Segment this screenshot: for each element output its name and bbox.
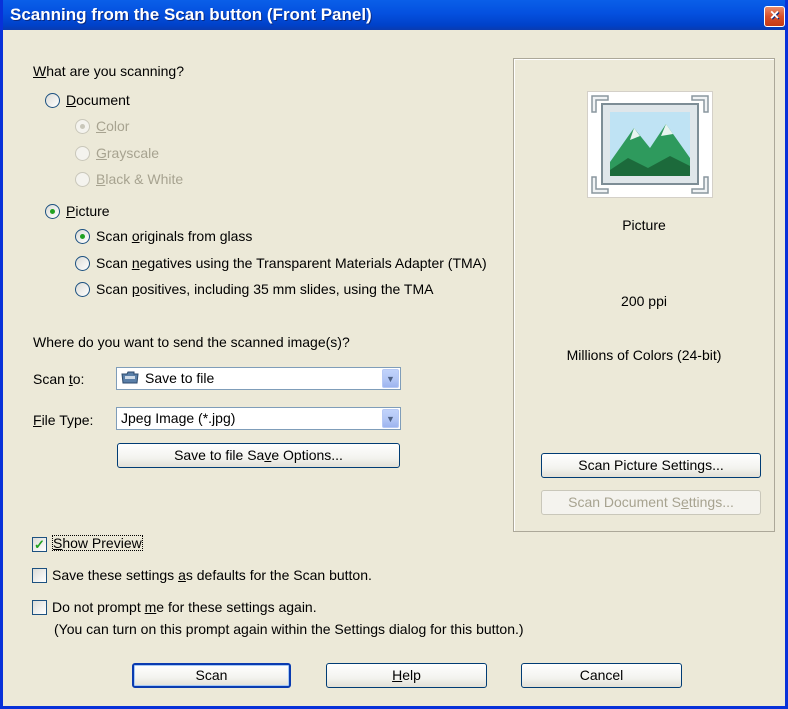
scan-document-settings-button[interactable]: Scan Document Settings... bbox=[541, 490, 761, 515]
black-white-label: Black & White bbox=[96, 171, 184, 187]
scan-button[interactable]: Scan bbox=[132, 663, 291, 688]
save-defaults-checkbox[interactable] bbox=[32, 568, 47, 583]
landscape-picture-icon bbox=[587, 91, 713, 198]
file-type-combo[interactable]: Jpeg Image (*.jpg) ▼ bbox=[116, 407, 401, 430]
file-type-value: Jpeg Image (*.jpg) bbox=[121, 410, 236, 426]
scan-picture-settings-button[interactable]: Scan Picture Settings... bbox=[541, 453, 761, 478]
help-button[interactable]: Help bbox=[326, 663, 487, 688]
save-defaults-label[interactable]: Save these settings as defaults for the … bbox=[52, 567, 372, 583]
chevron-down-icon[interactable]: ▼ bbox=[382, 409, 399, 428]
scan-to-combo[interactable]: Save to file ▼ bbox=[116, 367, 401, 390]
no-prompt-checkbox[interactable] bbox=[32, 600, 47, 615]
scan-glass-label[interactable]: Scan originals from glass bbox=[96, 228, 252, 244]
grayscale-label: Grayscale bbox=[96, 145, 160, 161]
scan-to-value: Save to file bbox=[145, 370, 215, 386]
scan-positives-label[interactable]: Scan positives, including 35 mm slides, … bbox=[96, 281, 433, 297]
black-white-radio[interactable] bbox=[75, 172, 90, 187]
picture-label[interactable]: Picture bbox=[66, 203, 110, 219]
scan-to-label: Scan to: bbox=[33, 371, 85, 387]
chevron-down-icon[interactable]: ▼ bbox=[382, 369, 399, 388]
grayscale-radio[interactable] bbox=[75, 146, 90, 161]
scan-negatives-radio[interactable] bbox=[75, 256, 90, 271]
file-type-label: File Type: bbox=[33, 412, 94, 428]
scan-dialog-window: Scanning from the Scan button (Front Pan… bbox=[0, 0, 788, 709]
preview-panel: Picture 200 ppi Millions of Colors (24-b… bbox=[513, 58, 775, 532]
folder-scanner-icon bbox=[121, 371, 139, 384]
show-preview-label[interactable]: Show Preview bbox=[52, 535, 143, 551]
cancel-button[interactable]: Cancel bbox=[521, 663, 682, 688]
document-label[interactable]: Document bbox=[66, 92, 130, 108]
title-bar[interactable]: Scanning from the Scan button (Front Pan… bbox=[3, 0, 785, 30]
no-prompt-note: (You can turn on this prompt again withi… bbox=[54, 621, 524, 637]
picture-radio[interactable] bbox=[45, 204, 60, 219]
preview-resolution: 200 ppi bbox=[621, 293, 667, 309]
send-question: Where do you want to send the scanned im… bbox=[33, 334, 350, 350]
close-icon[interactable]: × bbox=[764, 6, 785, 27]
window-title: Scanning from the Scan button (Front Pan… bbox=[10, 5, 372, 24]
scanning-question: What are you scanning? bbox=[33, 63, 184, 79]
show-preview-checkbox[interactable]: ✓ bbox=[32, 537, 47, 552]
no-prompt-label[interactable]: Do not prompt me for these settings agai… bbox=[52, 599, 317, 615]
document-radio[interactable] bbox=[45, 93, 60, 108]
scan-positives-radio[interactable] bbox=[75, 282, 90, 297]
preview-type-label: Picture bbox=[622, 217, 666, 233]
color-label: Color bbox=[96, 118, 130, 134]
preview-color-depth: Millions of Colors (24-bit) bbox=[566, 347, 722, 363]
save-options-button[interactable]: Save to file Save Options... bbox=[117, 443, 400, 468]
scan-negatives-label[interactable]: Scan negatives using the Transparent Mat… bbox=[96, 255, 487, 271]
color-radio[interactable] bbox=[75, 119, 90, 134]
scan-glass-radio[interactable] bbox=[75, 229, 90, 244]
